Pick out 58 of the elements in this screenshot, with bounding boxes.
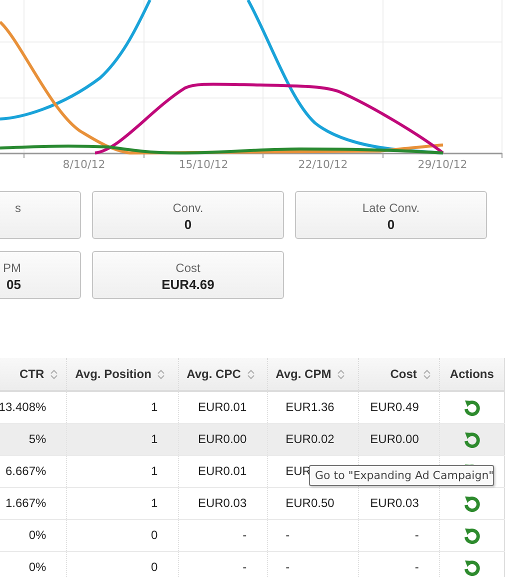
column-header[interactable]: Cost — [358, 358, 440, 391]
go-arrow-icon[interactable] — [464, 430, 480, 448]
stat-label: Late Conv. — [362, 201, 420, 216]
table-cell: - — [242, 560, 247, 574]
column-header: Actions — [439, 358, 504, 391]
stat-value: 0 — [184, 216, 192, 233]
table-cell: 1 — [150, 464, 158, 478]
table-cell: EUR1.36 — [286, 400, 334, 414]
go-arrow-icon[interactable] — [464, 398, 480, 416]
stat-label: Cost — [176, 261, 200, 276]
sort-icon[interactable] — [337, 368, 346, 380]
table-cell: - — [242, 528, 247, 542]
table-cell: 0 — [150, 528, 158, 542]
table-cell: 1.667% — [5, 496, 46, 510]
stat-value: 05 — [6, 276, 21, 293]
table-cell: 0% — [28, 528, 46, 542]
stat-label: PM — [3, 261, 21, 276]
stat-value: EUR4.69 — [162, 276, 214, 293]
stat-value: 0 — [387, 216, 395, 233]
axis-label: 22/10/12 — [298, 158, 348, 171]
go-arrow-icon[interactable] — [464, 494, 480, 512]
axis-label: 15/10/12 — [178, 158, 228, 171]
axis-label: 29/10/12 — [418, 158, 468, 171]
column-header[interactable]: Avg. Position — [66, 358, 178, 391]
table-cell: 0% — [28, 560, 46, 574]
table-cell: EUR0.03 — [370, 496, 419, 510]
table-cell: EUR0.50 — [286, 496, 334, 510]
table-cell: - — [414, 560, 419, 574]
table-cell: EUR0.02 — [286, 432, 334, 446]
table-cell: EUR0.01 — [198, 464, 247, 478]
sort-icon[interactable] — [157, 368, 166, 380]
table-cell: 0 — [150, 560, 158, 574]
table-cell: EUR0.03 — [198, 496, 247, 510]
go-arrow-icon[interactable] — [464, 526, 480, 544]
table-cell: 13.408% — [0, 400, 46, 414]
go-arrow-icon[interactable] — [464, 558, 480, 576]
table-cell: 5% — [28, 432, 46, 446]
stat-label: Conv. — [172, 201, 204, 216]
axis-label: 8/10/12 — [62, 158, 106, 171]
table-cell: - — [286, 560, 290, 574]
column-header[interactable]: Avg. CPC — [178, 358, 268, 391]
table-cell: 1 — [150, 496, 158, 510]
table-cell: - — [286, 528, 290, 542]
stat-label: s — [15, 201, 21, 216]
table-cell: EUR0.00 — [198, 432, 247, 446]
table-cell: 1 — [150, 400, 158, 414]
column-header[interactable]: CTR — [0, 358, 67, 391]
sort-icon[interactable] — [50, 368, 58, 380]
sort-icon[interactable] — [246, 368, 255, 380]
tooltip: Go to "Expanding Ad Campaign" — [309, 465, 494, 486]
table-cell: - — [414, 528, 419, 542]
sort-icon[interactable] — [422, 368, 431, 380]
table-cell: 6.667% — [5, 464, 46, 478]
column-header[interactable]: Avg. CPM — [267, 358, 359, 391]
table-cell: EUR0.01 — [198, 400, 247, 414]
table-cell: 1 — [150, 432, 158, 446]
table-cell: EUR0.00 — [370, 432, 419, 446]
table-cell: EUR0.49 — [370, 400, 419, 414]
